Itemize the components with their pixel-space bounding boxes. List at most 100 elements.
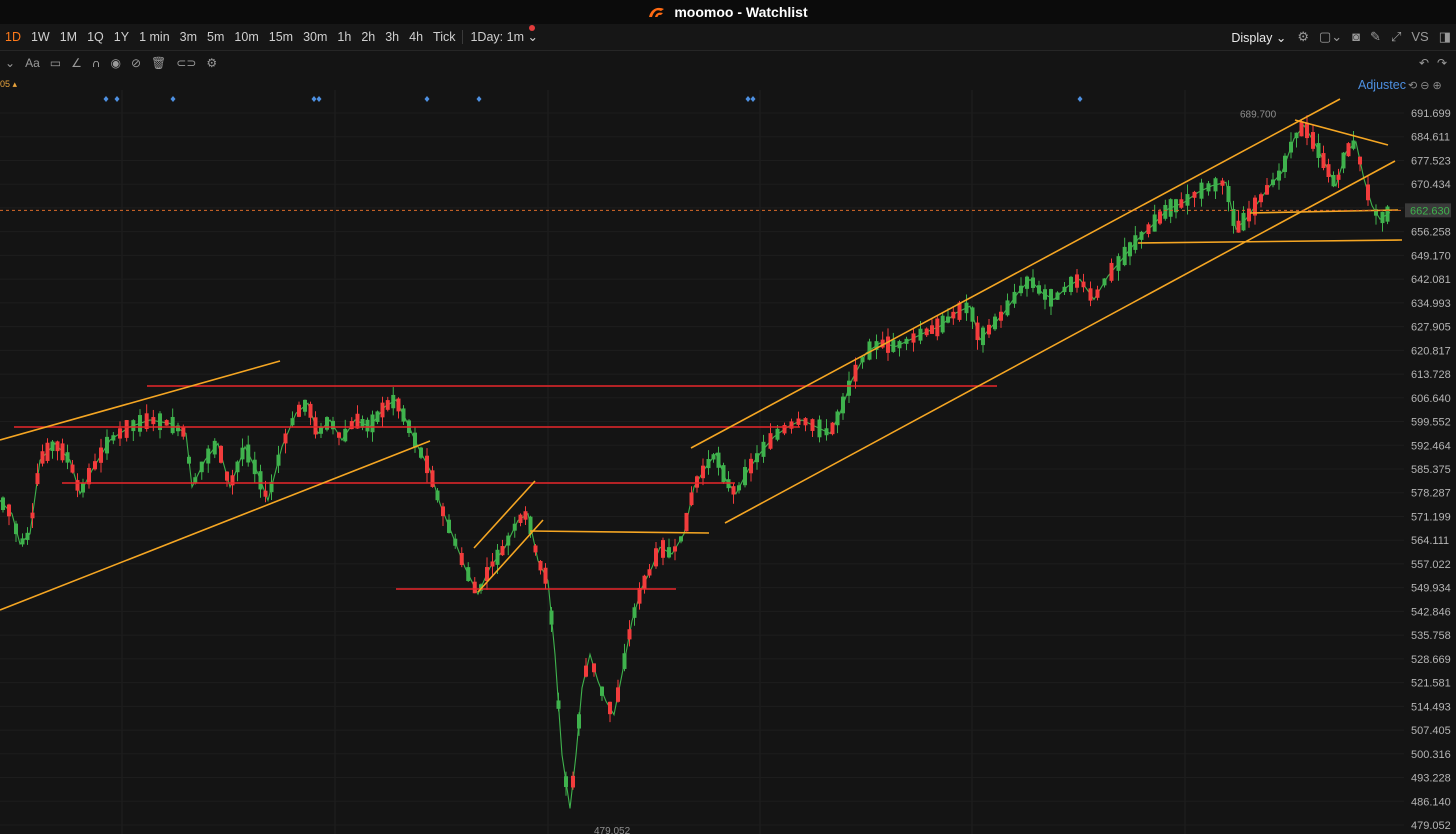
candle-body	[830, 422, 835, 435]
candle-body	[40, 451, 45, 464]
chart-zoom-controls[interactable]: ⟲ ⊖ ⊕	[1408, 79, 1442, 92]
candle-body	[158, 413, 162, 431]
price-line	[0, 124, 1391, 809]
trend-line	[1249, 209, 1399, 214]
compare-vs-button[interactable]: VS	[1406, 24, 1433, 50]
panel-toggle-icon[interactable]: ◨	[1434, 24, 1456, 50]
candle-body	[860, 357, 865, 363]
magnet-tool-icon[interactable]: ∩	[87, 56, 106, 70]
candle-body	[1336, 174, 1341, 180]
candle-body	[479, 584, 483, 591]
candle-body	[1192, 191, 1197, 198]
chart-controls: Display ⌄ ⚙ ▢⌄ ◙ ✎ ⤢ VS ◨	[1225, 24, 1456, 50]
candle-body	[212, 440, 217, 455]
price-chart[interactable]: 691.699 684.611 677.523 670.434 663.346 656.2…	[0, 0, 1456, 834]
candle-body	[711, 454, 716, 460]
text-tool-icon[interactable]: Aa	[20, 56, 45, 70]
display-dropdown[interactable]: Display ⌄	[1225, 30, 1292, 45]
settings-gear-icon[interactable]: ⚙	[1292, 24, 1314, 50]
candle-body	[768, 433, 773, 449]
candle-body	[564, 776, 568, 788]
candle-body	[55, 441, 60, 452]
candle-body	[65, 452, 70, 463]
y-axis-tick-label: 663.346	[1411, 203, 1451, 215]
trash-icon[interactable]: 🗑	[146, 56, 171, 70]
candle-body	[847, 380, 851, 396]
chevron-down-icon[interactable]: ⌄	[0, 56, 20, 70]
candle-body	[105, 436, 109, 454]
y-axis-tick-label: 557.022	[1411, 559, 1451, 571]
candle-body	[661, 540, 665, 558]
candle-body	[131, 420, 136, 432]
candle-body	[689, 492, 694, 506]
y-axis-tick-label: 528.669	[1411, 654, 1451, 666]
drawing-toolbar: ⌄ Aa ▭ ∠ ∩ ◉ ⊘ 🗑 ⊂⊃ ⚙ ↶ ↷	[0, 51, 1456, 75]
period-tab-4h[interactable]: 4h	[404, 24, 428, 50]
event-marker-icon	[114, 96, 120, 102]
link-tool-icon[interactable]: ⊂⊃	[171, 56, 201, 70]
candle-body	[447, 519, 451, 533]
candle-body	[970, 307, 975, 322]
candle-body	[20, 538, 25, 545]
event-marker-icon	[750, 96, 756, 102]
high-price-label: 689.700	[1240, 110, 1277, 121]
trend-line	[0, 360, 281, 441]
candle-body	[897, 341, 902, 349]
camera-icon[interactable]: ◙	[1347, 24, 1365, 50]
line-tool-icon[interactable]: ∠	[66, 56, 87, 70]
event-marker-icon	[311, 96, 317, 102]
period-tab-15m[interactable]: 15m	[264, 24, 298, 50]
candle-body	[1294, 132, 1299, 139]
period-toolbar: 1D 1W 1M 1Q 1Y 1 min 3m 5m 10m 15m 30m 1h 2h 3h 4h Tick…	[0, 24, 1456, 51]
period-tab-2h[interactable]: 2h	[356, 24, 380, 50]
window-title: moomoo - Watchlist	[674, 4, 808, 20]
candle-body	[199, 461, 204, 473]
candle-body	[1069, 276, 1073, 293]
candle-body	[1109, 262, 1114, 281]
period-tab-1h[interactable]: 1h	[332, 24, 356, 50]
candle-body	[30, 512, 35, 519]
hide-tool-icon[interactable]: ⊘	[126, 56, 146, 70]
candle-body	[1081, 281, 1086, 288]
period-tab-1min[interactable]: 1 min	[134, 24, 175, 50]
period-tab-tick[interactable]: Tick	[428, 24, 460, 50]
candle-body	[1139, 231, 1144, 240]
period-tab-3h[interactable]: 3h	[380, 24, 404, 50]
candle-body	[749, 458, 753, 474]
layout-icon[interactable]: ▢⌄	[1314, 24, 1347, 50]
candle-body	[111, 435, 116, 441]
period-tab-1q[interactable]: 1Q	[82, 24, 109, 50]
candle-body	[472, 581, 477, 594]
candle-body	[380, 402, 385, 418]
candle-body	[35, 473, 40, 485]
candle-body	[1031, 277, 1035, 288]
pencil-icon[interactable]: ✎	[1365, 24, 1386, 50]
y-axis-tick-label: 507.405	[1411, 725, 1451, 737]
y-axis-tick-label: 656.258	[1411, 227, 1451, 239]
candle-body	[518, 514, 523, 523]
candle-body	[642, 575, 647, 590]
event-marker-icon	[103, 96, 109, 102]
period-tab-1y[interactable]: 1Y	[109, 24, 134, 50]
candle-body	[1220, 180, 1225, 186]
period-tab-30m[interactable]: 30m	[298, 24, 332, 50]
candle-body	[796, 418, 801, 425]
candle-body	[343, 428, 348, 442]
period-tab-10m[interactable]: 10m	[229, 24, 263, 50]
settings-icon[interactable]: ⚙	[201, 56, 222, 70]
period-tab-1w[interactable]: 1W	[26, 24, 55, 50]
period-tab-1d[interactable]: 1D	[0, 24, 26, 50]
period-tab-3m[interactable]: 3m	[175, 24, 202, 50]
period-tab-5m[interactable]: 5m	[202, 24, 229, 50]
fullscreen-icon[interactable]: ⤢	[1386, 24, 1406, 50]
candle-body	[1226, 186, 1231, 203]
candle-body	[164, 420, 169, 426]
candle-body	[726, 479, 731, 489]
eye-tool-icon[interactable]: ◉	[105, 56, 125, 70]
adjusted-toggle[interactable]: Adjustec	[1358, 78, 1406, 92]
candle-body	[761, 441, 766, 457]
redo-icon[interactable]: ↷	[1432, 56, 1452, 70]
period-tab-1m[interactable]: 1M	[55, 24, 82, 50]
comment-tool-icon[interactable]: ▭	[45, 56, 66, 70]
low-price-label: 479.052	[594, 826, 631, 834]
